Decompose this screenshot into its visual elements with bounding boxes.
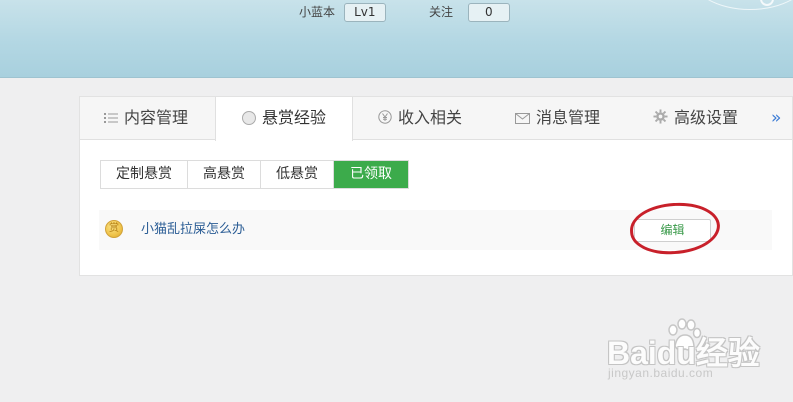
subtab-claimed[interactable]: 已领取 <box>334 161 408 188</box>
follow-count[interactable]: 0 <box>467 3 510 22</box>
level-badge: Lv1 <box>343 3 386 22</box>
baidu-watermark: Baidu经验 jingyan.baidu.com <box>603 316 783 386</box>
tab-label: 悬赏经验 <box>262 108 327 127</box>
username[interactable]: 小蓝本 <box>299 3 335 22</box>
gold-coin-icon: 赏 <box>105 220 123 238</box>
tab-income[interactable]: 收入相关 <box>378 97 462 140</box>
tab-label: 高级设置 <box>674 108 739 127</box>
follow-label: 关注 <box>429 5 454 19</box>
subtab-high-reward[interactable]: 高悬赏 <box>188 161 261 188</box>
subtab-custom-reward[interactable]: 定制悬赏 <box>101 161 188 188</box>
tab-label: 消息管理 <box>536 108 601 127</box>
list-icon <box>104 98 118 140</box>
tab-reward-experience[interactable]: 悬赏经验 <box>215 97 353 141</box>
mail-icon <box>515 98 530 140</box>
user-level: 小蓝本 Lv1 <box>299 3 386 22</box>
tab-content-management[interactable]: 内容管理 <box>104 97 188 140</box>
more-tabs-button[interactable]: » <box>771 97 781 140</box>
yen-icon <box>378 98 392 140</box>
coin-icon <box>242 98 256 140</box>
tab-label: 收入相关 <box>398 108 463 127</box>
tab-message-management[interactable]: 消息管理 <box>515 97 600 140</box>
profile-banner: 小蓝本 Lv1 关注 0 <box>0 0 793 78</box>
banner-decoration <box>690 0 793 10</box>
watermark-url: jingyan.baidu.com <box>608 366 714 380</box>
follow-stat[interactable]: 关注 0 <box>429 3 510 22</box>
subtab-group: 定制悬赏 高悬赏 低悬赏 已领取 <box>100 160 409 189</box>
subtab-low-reward[interactable]: 低悬赏 <box>261 161 334 188</box>
tab-advanced-settings[interactable]: 高级设置 <box>653 97 738 140</box>
gear-icon <box>653 98 668 140</box>
tab-bar: 内容管理 悬赏经验 收入相关 消息管理 高级设置 » <box>80 97 792 141</box>
tab-label: 内容管理 <box>124 108 189 127</box>
item-title-link[interactable]: 小猫乱拉屎怎么办 <box>141 210 245 250</box>
double-chevron-right-icon: » <box>771 108 782 128</box>
